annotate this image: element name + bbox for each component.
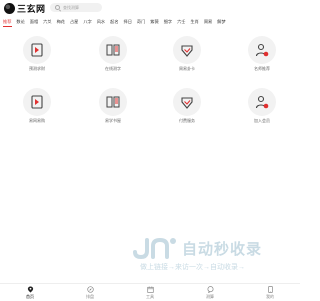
nav-item[interactable]: 奇门 [137,19,145,25]
grid-item-label: 易网易购 [29,118,45,123]
tab-label: 排盘 [86,294,94,299]
nav-item[interactable]: 梅花 [57,19,65,25]
nav-item[interactable]: 风水 [97,19,105,25]
search-placeholder: 查找测算 [63,4,79,10]
grid-item-label: 加入会员 [254,118,270,123]
grid-item-label: 周易卦卡 [179,66,195,71]
watermark: 自动秒收录 做上链接→来访一次→自动收录→ [132,237,292,277]
play-book-icon [23,88,51,116]
tab-cesuan[interactable]: 测算 [195,286,225,300]
book-icon [99,36,127,64]
nav-item[interactable]: 解梦 [217,19,225,25]
grid-item[interactable]: 周易卦卡 [162,36,212,72]
watermark-subtitle: 做上链接→来访一次→自动收录→ [140,264,245,271]
nav-item[interactable]: 六爻 [43,19,51,25]
phone-icon [267,286,273,293]
nav-item[interactable]: 周易 [204,19,212,25]
nav-item[interactable]: 生肖 [190,19,198,25]
bottom-nav: 首页 排盘 工具 测算 我的 [0,283,300,301]
user-alert-icon [248,36,276,64]
tab-paipan[interactable]: 排盘 [75,286,105,300]
chat-icon [207,286,213,293]
search-input[interactable]: 查找测算 [50,3,102,12]
compass-icon [86,286,94,293]
grid-item-label: 预测求财 [29,66,45,71]
watermark-logo-icon [133,237,176,259]
location-pin-icon [27,286,33,293]
nav-item[interactable]: 推荐 [3,19,11,25]
nav-item[interactable]: 八字 [83,19,91,25]
category-nav: 推荐 数论 面相 六爻 梅花 占星 八字 风水 起名 择日 奇门 紫薇 细字 六… [0,17,300,26]
tab-tools[interactable]: 工具 [135,286,165,300]
header: 三玄网 查找测算 [0,0,300,16]
tab-label: 工具 [146,294,154,299]
heart-badge-icon [173,36,201,64]
grid-item[interactable]: 名师推荐 [237,36,287,72]
grid-item[interactable]: 预测求财 [12,36,62,72]
grid-item-label: 在线测字 [105,66,121,71]
nav-item[interactable]: 面相 [30,19,38,25]
logo-text: 三玄网 [17,4,46,15]
grid-item[interactable]: 易学书屋 [88,88,138,124]
grid-item-label: 易学书屋 [105,118,121,123]
tab-label: 首页 [26,294,34,299]
nav-item[interactable]: 起名 [110,19,118,25]
site-logo[interactable]: 三玄网 [4,2,46,15]
user-alert-icon [248,88,276,116]
grid-item[interactable]: 付费服务 [162,88,212,124]
grid-item-label: 名师推荐 [254,66,270,71]
nav-item[interactable]: 细字 [164,19,172,25]
active-tab-underline [3,26,12,27]
calendar-icon [146,286,154,293]
nav-item[interactable]: 六壬 [177,19,185,25]
search-icon [55,5,60,10]
play-book-icon [23,36,51,64]
grid-item[interactable]: 在线测字 [88,36,138,72]
tab-label: 我的 [266,294,274,299]
tab-label: 测算 [206,294,214,299]
grid-item[interactable]: 加入会员 [237,88,287,124]
nav-item[interactable]: 数论 [16,19,24,25]
watermark-title: 自动秒收录 [182,241,263,258]
tab-mine[interactable]: 我的 [255,286,285,300]
tab-home[interactable]: 首页 [15,286,45,300]
nav-item[interactable]: 择日 [124,19,132,25]
grid-item-label: 付费服务 [179,118,195,123]
heart-badge-icon [173,88,201,116]
book-icon [99,88,127,116]
nav-item[interactable]: 紫薇 [150,19,158,25]
grid-item[interactable]: 易网易购 [12,88,62,124]
nav-item[interactable]: 占星 [70,19,78,25]
yin-yang-logo-icon [4,2,15,14]
